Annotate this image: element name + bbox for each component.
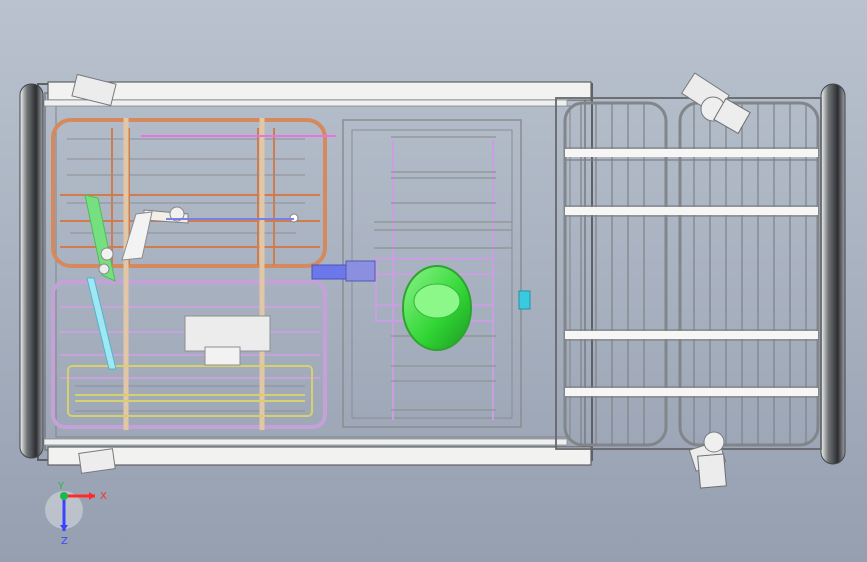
blue-connector-right xyxy=(345,260,376,282)
y-axis-label: Y xyxy=(57,481,65,492)
yellow-frame xyxy=(67,365,313,417)
left-orange-panel xyxy=(51,118,327,268)
bottom-rail xyxy=(47,446,592,466)
z-axis-label: Z xyxy=(61,536,68,547)
top-rail xyxy=(47,81,592,101)
cyan-block xyxy=(518,290,531,310)
right-white-rails xyxy=(565,149,818,396)
toilet-opening-inner xyxy=(413,283,461,319)
x-axis-label: X xyxy=(100,491,107,502)
beige-verticals xyxy=(123,118,265,430)
top-rail-lower xyxy=(43,99,568,107)
left-mechanism xyxy=(84,135,336,370)
right-bumper xyxy=(820,83,846,465)
bed-assembly-drawing: X Y Z xyxy=(19,72,846,547)
left-bumper xyxy=(19,83,44,459)
bottom-rail-upper xyxy=(43,438,568,446)
blue-connector-left xyxy=(311,264,347,280)
cad-viewport[interactable]: X Y Z xyxy=(0,0,867,562)
axis-triad: X Y Z xyxy=(45,481,107,547)
